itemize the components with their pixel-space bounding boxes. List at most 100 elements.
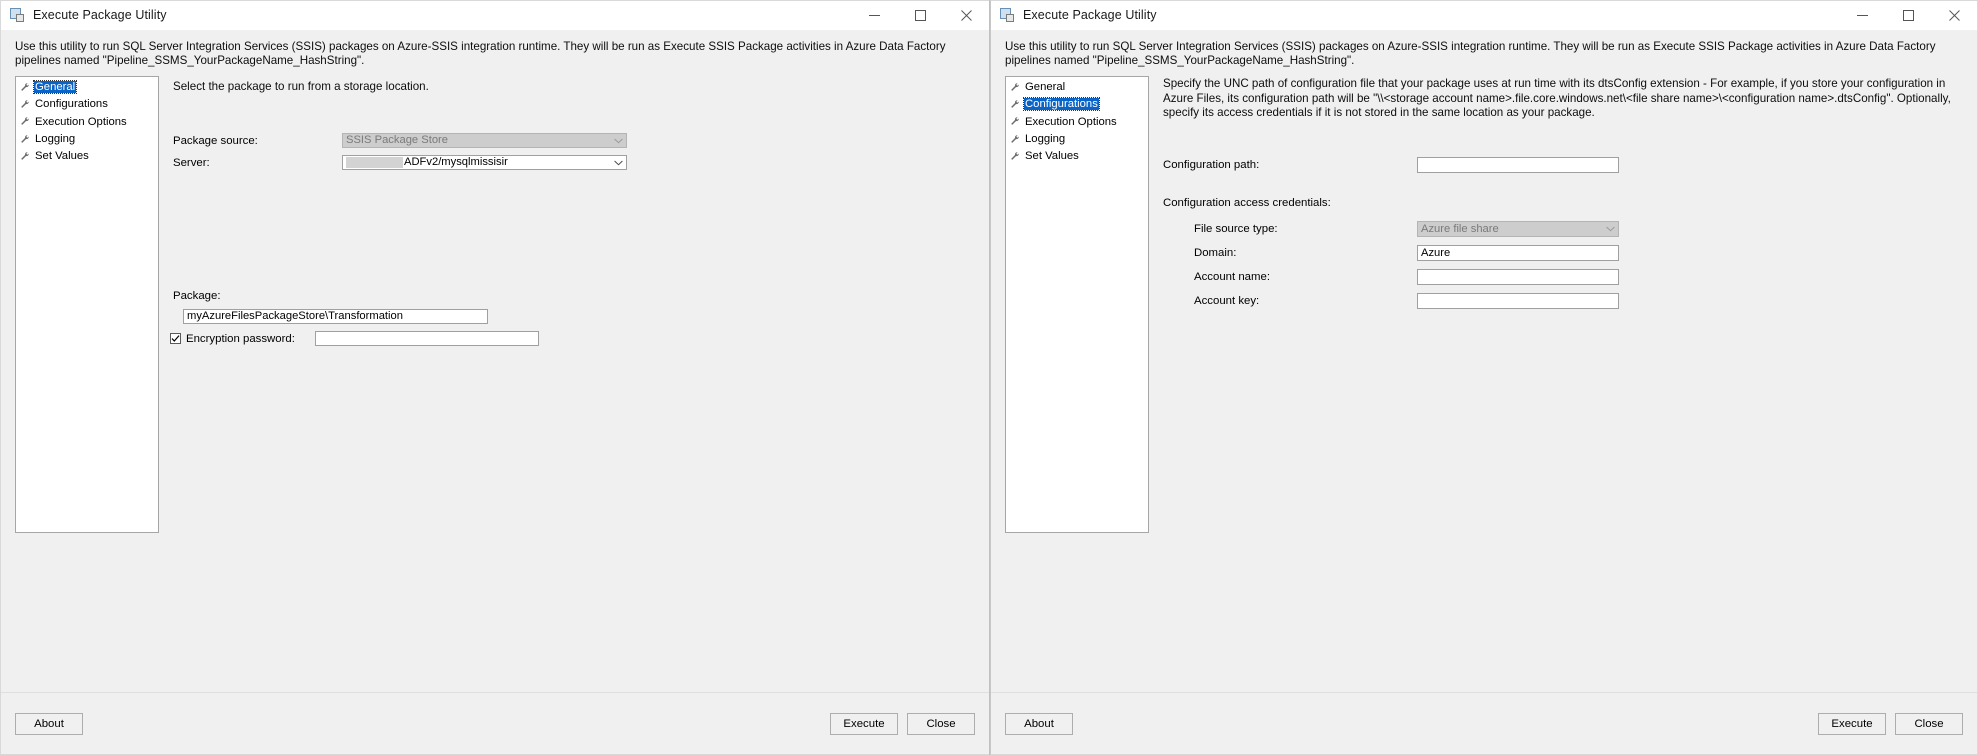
general-page-intro: Select the package to run from a storage…: [173, 80, 429, 94]
window-controls-left: [851, 1, 989, 30]
maximize-icon[interactable]: [897, 1, 943, 30]
chevron-down-icon[interactable]: [610, 156, 626, 169]
wrench-icon: [20, 99, 31, 110]
tree-item-label: Configurations: [1023, 97, 1100, 112]
account-key-label: Account key:: [1194, 295, 1260, 308]
wrench-icon: [20, 116, 31, 127]
dialog-body-right: General Configurations Execution Options: [991, 76, 1977, 692]
tree-item-label: General: [1025, 81, 1066, 94]
account-name-label: Account name:: [1194, 271, 1270, 284]
tree-item-label: Logging: [1025, 133, 1066, 146]
wrench-icon: [1010, 134, 1021, 145]
file-source-type-value: Azure file share: [1421, 222, 1499, 235]
package-label-row: Package:: [173, 290, 221, 302]
wrench-icon: [20, 134, 31, 145]
tree-item-set-values[interactable]: Set Values: [20, 150, 156, 163]
tree-item-label: Configurations: [35, 98, 108, 111]
page-tree-left[interactable]: General Configurations Execution Options: [15, 76, 159, 534]
package-source-row: Package source: SSIS Package Store: [173, 133, 627, 149]
tree-item-configurations[interactable]: Configurations: [1010, 97, 1146, 112]
dialog-description: Use this utility to run SQL Server Integ…: [1, 30, 989, 77]
execute-package-utility-window-left: Execute Package Utility Use this utility…: [0, 0, 990, 755]
package-input[interactable]: myAzureFilesPackageStore\Transformation: [183, 309, 488, 325]
close-icon[interactable]: [943, 1, 989, 30]
tree-item-execution-options[interactable]: Execution Options: [1010, 116, 1146, 128]
wrench-icon: [1010, 116, 1021, 127]
close-button[interactable]: Close: [907, 712, 975, 735]
server-select[interactable]: ADFv2/mysqlmissisir: [342, 155, 627, 171]
tree-item-configurations[interactable]: Configurations: [20, 98, 156, 111]
dialog-body-left: General Configurations Execution Options: [1, 76, 989, 692]
window-title: Execute Package Utility: [33, 8, 167, 22]
tree-item-set-values[interactable]: Set Values: [1010, 150, 1146, 162]
encryption-password-row: Encryption password:: [170, 331, 539, 347]
configurations-page: Specify the UNC path of configuration fi…: [1149, 76, 1963, 692]
encryption-password-checkbox[interactable]: [170, 333, 181, 345]
configuration-path-label: Configuration path:: [1163, 159, 1260, 172]
window-title: Execute Package Utility: [1023, 8, 1157, 22]
configuration-path-row: Configuration path:: [1163, 157, 1619, 174]
window-controls-right: [1839, 1, 1977, 30]
minimize-icon[interactable]: [1839, 1, 1885, 30]
maximize-icon[interactable]: [1885, 1, 1931, 30]
encryption-password-input[interactable]: [315, 331, 539, 347]
tree-item-logging[interactable]: Logging: [20, 133, 156, 145]
about-button[interactable]: About: [1005, 712, 1073, 735]
wrench-icon: [20, 151, 31, 162]
titlebar-left: Execute Package Utility: [1, 1, 989, 30]
close-icon[interactable]: [1931, 1, 1977, 30]
dialog-description: Use this utility to run SQL Server Integ…: [991, 30, 1977, 77]
package-field-row: myAzureFilesPackageStore\Transformation: [183, 309, 488, 325]
footer-actions-left: Execute Close: [830, 712, 975, 735]
package-source-select[interactable]: SSIS Package Store: [342, 133, 627, 149]
execute-button[interactable]: Execute: [830, 712, 898, 735]
package-source-value: SSIS Package Store: [346, 134, 448, 147]
execute-button[interactable]: Execute: [1818, 712, 1886, 735]
domain-input[interactable]: Azure: [1417, 245, 1619, 262]
footer-right: About Execute Close: [991, 692, 1977, 754]
tree-item-logging[interactable]: Logging: [1010, 133, 1146, 145]
configurations-page-intro: Specify the UNC path of configuration fi…: [1163, 77, 1951, 119]
domain-value: Azure: [1421, 246, 1451, 259]
dual-dialog-screen: Execute Package Utility Use this utility…: [0, 0, 1978, 755]
credentials-section-label: Configuration access credentials:: [1163, 197, 1331, 210]
account-key-input[interactable]: [1417, 293, 1619, 310]
encryption-password-label: Encryption password:: [186, 332, 295, 345]
tree-item-label: General: [32, 80, 78, 95]
wrench-icon: [20, 82, 31, 93]
wrench-icon: [1010, 151, 1021, 162]
wrench-icon: [1010, 99, 1021, 110]
page-tree-right[interactable]: General Configurations Execution Options: [1005, 76, 1149, 534]
account-key-row: Account key:: [1194, 293, 1619, 310]
server-value: ADFv2/mysqlmissisir: [404, 156, 508, 169]
tree-item-general[interactable]: General: [1010, 81, 1146, 93]
file-source-type-select[interactable]: Azure file share: [1417, 221, 1619, 238]
domain-row: Domain: Azure: [1194, 245, 1619, 262]
tree-item-general[interactable]: General: [20, 80, 156, 95]
package-utility-icon: [10, 7, 26, 23]
server-row: Server: ADFv2/mysqlmissisir: [173, 155, 627, 171]
server-redacted-prefix: [346, 157, 403, 169]
tree-item-execution-options[interactable]: Execution Options: [20, 116, 156, 128]
window-divider: [989, 0, 990, 755]
domain-label: Domain:: [1194, 247, 1237, 260]
account-name-input[interactable]: [1417, 269, 1619, 286]
chevron-down-icon: [610, 134, 626, 147]
about-button[interactable]: About: [15, 712, 83, 735]
tree-item-label: Set Values: [35, 150, 89, 163]
configuration-path-input[interactable]: [1417, 157, 1619, 174]
account-name-row: Account name:: [1194, 269, 1619, 286]
server-label: Server:: [173, 156, 210, 169]
file-source-type-label: File source type:: [1194, 223, 1278, 236]
file-source-type-row: File source type: Azure file share: [1194, 221, 1619, 238]
general-page: Select the package to run from a storage…: [159, 76, 975, 692]
minimize-icon[interactable]: [851, 1, 897, 30]
footer-actions-right: Execute Close: [1818, 712, 1963, 735]
credentials-section-label-row: Configuration access credentials:: [1163, 197, 1331, 209]
close-button[interactable]: Close: [1895, 712, 1963, 735]
package-label: Package:: [173, 290, 221, 303]
tree-item-label: Execution Options: [35, 115, 127, 128]
chevron-down-icon: [1602, 222, 1618, 236]
titlebar-right: Execute Package Utility: [991, 1, 1977, 30]
tree-item-label: Execution Options: [1025, 115, 1117, 128]
